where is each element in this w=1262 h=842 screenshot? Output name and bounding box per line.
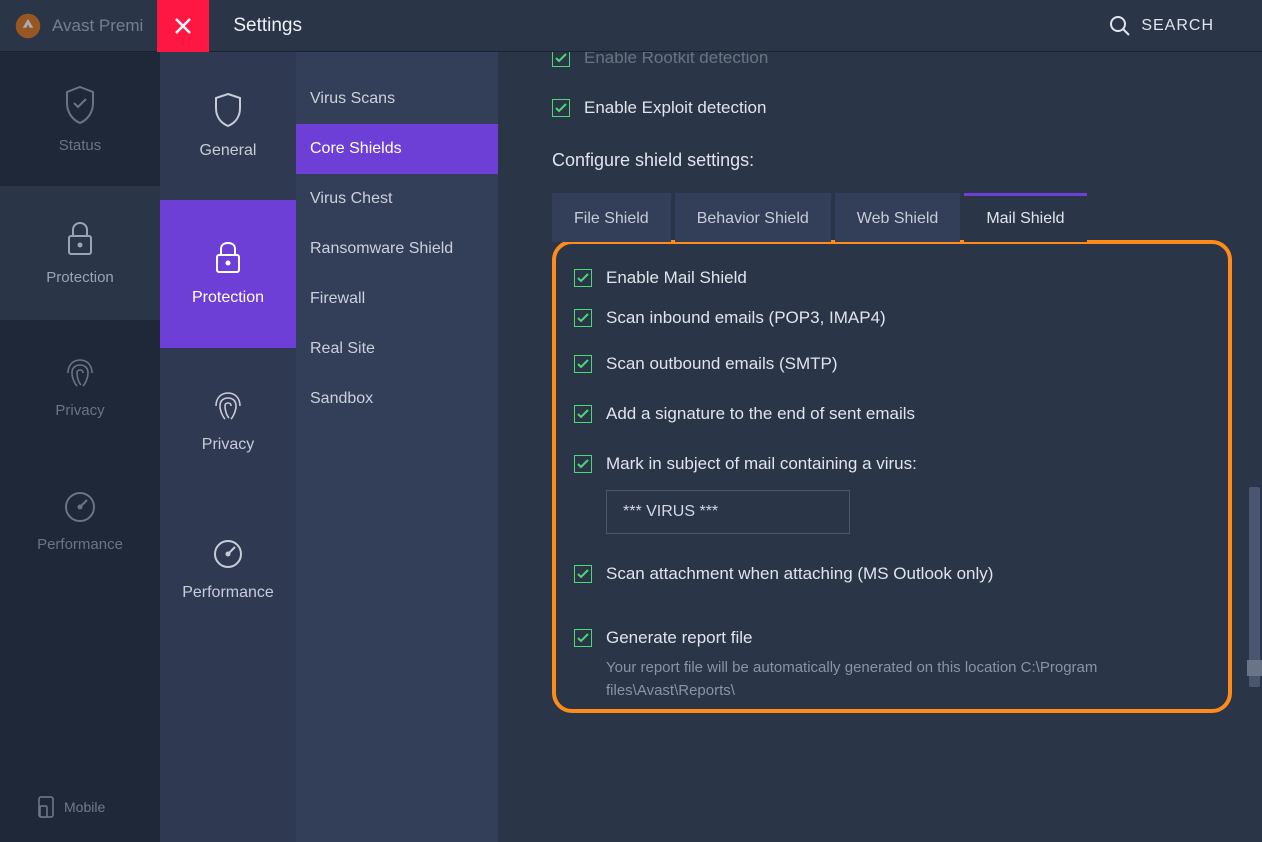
inbound-checkbox[interactable]: [574, 309, 592, 327]
avast-logo-icon: [14, 12, 42, 40]
scan-attach-label: Scan attachment when attaching (MS Outlo…: [606, 564, 993, 584]
nav-label: Performance: [182, 584, 274, 602]
nav-label: Protection: [192, 289, 264, 307]
scan-attach-checkbox[interactable]: [574, 565, 592, 583]
settings-title: Settings: [209, 15, 302, 37]
virus-subject-input[interactable]: [606, 490, 850, 534]
category-privacy[interactable]: Privacy: [160, 348, 296, 496]
mark-subject-row: Mark in subject of mail containing a vir…: [574, 454, 1210, 474]
rootkit-checkbox[interactable]: [552, 52, 570, 67]
exploit-checkbox[interactable]: [552, 99, 570, 117]
sidebar-item-status[interactable]: Status: [0, 52, 160, 186]
report-row: Generate report file: [574, 628, 1210, 648]
subnav-firewall[interactable]: Firewall: [296, 274, 498, 324]
subnav-real-site[interactable]: Real Site: [296, 324, 498, 374]
gauge-icon: [63, 490, 97, 524]
rootkit-label: Enable Rootkit detection: [584, 52, 768, 68]
shield-tabs: File Shield Behavior Shield Web Shield M…: [552, 193, 1262, 242]
signature-checkbox[interactable]: [574, 405, 592, 423]
scan-attach-row: Scan attachment when attaching (MS Outlo…: [574, 564, 1210, 584]
nav-label: Protection: [46, 269, 114, 286]
enable-mail-row: Enable Mail Shield: [574, 268, 1210, 288]
tab-behavior-shield[interactable]: Behavior Shield: [675, 193, 831, 242]
mark-subject-checkbox[interactable]: [574, 455, 592, 473]
nav-label: Status: [59, 137, 102, 154]
outbound-label: Scan outbound emails (SMTP): [606, 354, 838, 374]
exploit-detection-row: Enable Exploit detection: [552, 98, 1262, 118]
report-checkbox[interactable]: [574, 629, 592, 647]
settings-category-sidebar: General Protection Privacy Performance: [160, 52, 296, 842]
search-button[interactable]: SEARCH: [1109, 15, 1262, 37]
sidebar-item-performance[interactable]: Performance: [0, 454, 160, 588]
tab-web-shield[interactable]: Web Shield: [835, 193, 961, 242]
shield-icon: [213, 92, 243, 128]
mark-subject-label: Mark in subject of mail containing a vir…: [606, 454, 917, 474]
enable-mail-checkbox[interactable]: [574, 269, 592, 287]
nav-label: General: [200, 142, 257, 160]
mail-shield-highlight: Enable Mail Shield Scan inbound emails (…: [552, 240, 1232, 713]
tab-mail-shield[interactable]: Mail Shield: [964, 193, 1086, 242]
configure-heading: Configure shield settings:: [552, 150, 1262, 171]
tab-file-shield[interactable]: File Shield: [552, 193, 671, 242]
report-description: Your report file will be automatically g…: [606, 656, 1196, 703]
subnav-virus-scans[interactable]: Virus Scans: [296, 74, 498, 124]
category-general[interactable]: General: [160, 52, 296, 200]
settings-content: Enable Rootkit detection Enable Exploit …: [498, 52, 1262, 842]
subnav-core-shields[interactable]: Core Shields: [296, 124, 498, 174]
lock-icon: [214, 241, 242, 275]
settings-subnav: Virus Scans Core Shields Virus Chest Ran…: [296, 52, 498, 842]
outbound-row: Scan outbound emails (SMTP): [574, 354, 1210, 374]
nav-label: Performance: [37, 536, 123, 553]
signature-label: Add a signature to the end of sent email…: [606, 404, 915, 424]
rootkit-detection-row: Enable Rootkit detection: [552, 52, 1262, 68]
primary-sidebar: Status Protection Privacy Performance Mo…: [0, 52, 160, 842]
subnav-sandbox[interactable]: Sandbox: [296, 374, 498, 424]
nav-label: Privacy: [55, 402, 104, 419]
shield-check-icon: [63, 85, 97, 125]
app-logo: Avast Premi: [0, 12, 157, 40]
gauge-icon: [212, 538, 244, 570]
sidebar-item-mobile[interactable]: Mobile: [0, 776, 160, 842]
inbound-label: Scan inbound emails (POP3, IMAP4): [606, 308, 886, 328]
subnav-ransomware-shield[interactable]: Ransomware Shield: [296, 224, 498, 274]
scrollbar-grip[interactable]: [1247, 660, 1262, 676]
nav-label: Privacy: [202, 436, 254, 454]
category-protection[interactable]: Protection: [160, 200, 296, 348]
signature-row: Add a signature to the end of sent email…: [574, 404, 1210, 424]
fingerprint-icon: [212, 390, 244, 422]
report-label: Generate report file: [606, 628, 752, 648]
inbound-row: Scan inbound emails (POP3, IMAP4): [574, 308, 1210, 328]
search-label: SEARCH: [1141, 17, 1214, 35]
close-icon: [174, 17, 192, 35]
outbound-checkbox[interactable]: [574, 355, 592, 373]
sidebar-item-privacy[interactable]: Privacy: [0, 320, 160, 454]
fingerprint-icon: [63, 356, 97, 390]
scrollbar-thumb[interactable]: [1249, 487, 1260, 687]
lock-icon: [65, 221, 95, 257]
nav-label: Mobile: [64, 799, 105, 815]
category-performance[interactable]: Performance: [160, 496, 296, 644]
sidebar-item-protection[interactable]: Protection: [0, 186, 160, 320]
enable-mail-label: Enable Mail Shield: [606, 268, 747, 288]
close-button[interactable]: [157, 0, 209, 52]
subnav-virus-chest[interactable]: Virus Chest: [296, 174, 498, 224]
search-icon: [1109, 15, 1131, 37]
mobile-icon: [38, 796, 54, 818]
app-name: Avast Premi: [52, 16, 143, 36]
header: Avast Premi Settings SEARCH: [0, 0, 1262, 52]
exploit-label: Enable Exploit detection: [584, 98, 766, 118]
